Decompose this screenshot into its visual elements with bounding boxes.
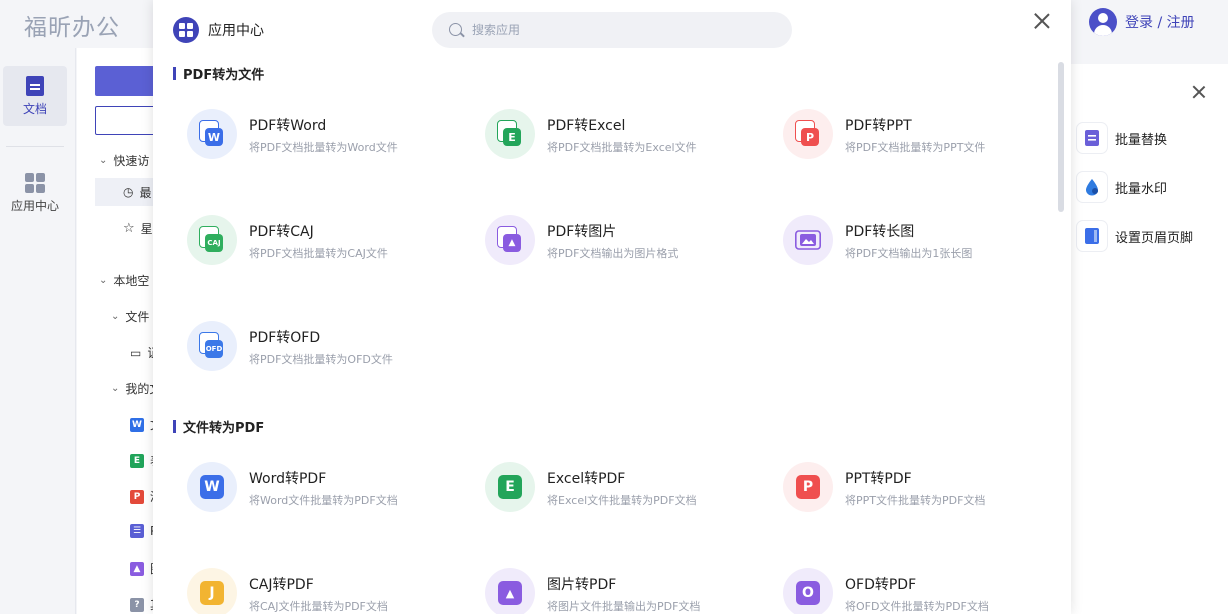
tool-desc: 将PDF文档批量转为Excel文件	[547, 141, 697, 154]
nav-item-label: 应用中心	[10, 198, 59, 213]
modal-scrollbar[interactable]	[1058, 62, 1064, 212]
tool-name: Word转PDF	[249, 471, 327, 487]
tool-name: PDF转Word	[249, 118, 327, 134]
image-to-pdf-icon: ▲	[485, 568, 535, 614]
tool-pdf-to-ofd[interactable]: OFD PDF转OFD 将PDF文档批量转为OFD文件	[187, 321, 457, 381]
section-accent-bar	[173, 67, 176, 80]
nav-item-app-center[interactable]: 应用中心	[3, 163, 67, 223]
word-to-pdf-icon: W	[187, 462, 237, 512]
pdf-to-ofd-icon: OFD	[187, 321, 237, 371]
app-grid-icon	[25, 172, 45, 193]
login-button[interactable]: 登录 / 注册	[1089, 8, 1195, 36]
nav-item-documents[interactable]: 文档	[3, 66, 67, 126]
right-tools-panel: 批量替换 批量水印 设置页眉页脚	[1071, 64, 1228, 614]
left-nav: 文档 应用中心	[0, 48, 76, 614]
tool-desc: 将PDF文档批量转为CAJ文件	[249, 247, 388, 260]
tool-desc: 将Word文件批量转为PDF文档	[249, 494, 398, 507]
tool-caj-to-pdf[interactable]: J CAJ转PDF 将CAJ文件批量转为PDF文档	[187, 568, 457, 614]
tool-desc: 将PPT文件批量转为PDF文档	[845, 494, 986, 507]
document-icon	[26, 75, 44, 96]
search-bar[interactable]	[432, 12, 792, 48]
search-icon	[448, 22, 464, 38]
tool-image-to-pdf[interactable]: ▲ 图片转PDF 将图片文件批量输出为PDF文档	[485, 568, 755, 614]
tool-label: 批量替换	[1115, 132, 1168, 148]
tool-desc: 将PDF文档输出为图片格式	[547, 247, 679, 260]
section-title: PDF转为文件	[183, 68, 265, 83]
tree-quick-access[interactable]: ⌄ 快速访	[99, 152, 149, 169]
app-center-icon	[173, 17, 199, 43]
tool-desc: 将PDF文档批量转为Word文件	[249, 141, 398, 154]
tool-name: PDF转长图	[845, 224, 915, 240]
batch-replace-icon	[1076, 122, 1108, 154]
pdf-to-long-image-icon	[783, 215, 833, 265]
search-input[interactable]	[472, 23, 752, 37]
tool-ppt-to-pdf[interactable]: P PPT转PDF 将PPT文件批量转为PDF文档	[783, 462, 1053, 522]
tool-desc: 将PDF文档批量转为OFD文件	[249, 353, 393, 366]
tool-desc: 将OFD文件批量转为PDF文档	[845, 600, 989, 613]
tool-name: PDF转PPT	[845, 118, 912, 134]
tree-local-space[interactable]: ⌄ 本地空	[99, 272, 149, 289]
tree-files[interactable]: ⌄ 文件	[111, 308, 149, 325]
tool-name: 图片转PDF	[547, 577, 617, 593]
tree-recent[interactable]: ◷ 最	[95, 178, 155, 206]
tool-name: PDF转OFD	[249, 330, 321, 346]
tool-label: 批量水印	[1115, 181, 1168, 197]
batch-replace-button[interactable]: 批量替换	[1076, 122, 1167, 154]
section-accent-bar	[173, 420, 176, 433]
modal-close-icon[interactable]	[1031, 10, 1053, 32]
header-footer-icon	[1076, 220, 1108, 252]
tool-pdf-to-ppt[interactable]: P PDF转PPT 将PDF文档批量转为PPT文件	[783, 109, 1053, 169]
tool-excel-to-pdf[interactable]: E Excel转PDF 将Excel文件批量转为PDF文档	[485, 462, 755, 522]
caj-to-pdf-icon: J	[187, 568, 237, 614]
excel-to-pdf-icon: E	[485, 462, 535, 512]
tool-name: Excel转PDF	[547, 471, 626, 487]
tool-desc: 将PDF文档批量转为PPT文件	[845, 141, 986, 154]
close-icon[interactable]	[1188, 82, 1210, 104]
tool-name: OFD转PDF	[845, 577, 917, 593]
tool-desc: 将PDF文档输出为1张长图	[845, 247, 973, 260]
ppt-to-pdf-icon: P	[783, 462, 833, 512]
tool-pdf-to-image[interactable]: ▲ PDF转图片 将PDF文档输出为图片格式	[485, 215, 755, 275]
pdf-to-excel-icon: E	[485, 109, 535, 159]
tool-name: PDF转图片	[547, 224, 617, 240]
tool-word-to-pdf[interactable]: W Word转PDF 将Word文件批量转为PDF文档	[187, 462, 457, 522]
app-brand: 福昕办公	[24, 15, 120, 41]
tool-desc: 将Excel文件批量转为PDF文档	[547, 494, 697, 507]
pdf-to-word-icon: W	[187, 109, 237, 159]
tree-starred[interactable]: ☆ 星	[123, 220, 153, 237]
batch-watermark-button[interactable]: 批量水印	[1076, 171, 1167, 203]
modal-title: 应用中心	[208, 23, 264, 39]
tool-name: PDF转CAJ	[249, 224, 314, 240]
user-avatar-icon	[1089, 8, 1117, 36]
modal-header: 应用中心	[173, 17, 264, 43]
pdf-to-image-icon: ▲	[485, 215, 535, 265]
pdf-to-caj-icon: CAJ	[187, 215, 237, 265]
tool-name: PPT转PDF	[845, 471, 912, 487]
section-title: 文件转为PDF	[183, 421, 265, 436]
login-label: 登录 / 注册	[1125, 15, 1195, 31]
tool-pdf-to-caj[interactable]: CAJ PDF转CAJ 将PDF文档批量转为CAJ文件	[187, 215, 457, 275]
tool-pdf-to-excel[interactable]: E PDF转Excel 将PDF文档批量转为Excel文件	[485, 109, 755, 169]
batch-watermark-icon	[1076, 171, 1108, 203]
tool-name: CAJ转PDF	[249, 577, 314, 593]
tool-name: PDF转Excel	[547, 118, 626, 134]
nav-item-label: 文档	[22, 101, 47, 116]
tool-desc: 将图片文件批量输出为PDF文档	[547, 600, 701, 613]
header-footer-button[interactable]: 设置页眉页脚	[1076, 220, 1193, 252]
nav-divider	[6, 146, 64, 147]
section-pdf-to-file-header: PDF转为文件	[173, 64, 264, 83]
tool-pdf-to-word[interactable]: W PDF转Word 将PDF文档批量转为Word文件	[187, 109, 457, 169]
pdf-to-ppt-icon: P	[783, 109, 833, 159]
ofd-to-pdf-icon: O	[783, 568, 833, 614]
tool-label: 设置页眉页脚	[1115, 230, 1194, 246]
tool-ofd-to-pdf[interactable]: O OFD转PDF 将OFD文件批量转为PDF文档	[783, 568, 1053, 614]
section-file-to-pdf-header: 文件转为PDF	[173, 417, 264, 436]
tool-desc: 将CAJ文件批量转为PDF文档	[249, 600, 388, 613]
app-center-modal: 应用中心 PDF转为文件 W PDF转Word 将PDF文档批量转为Word文件…	[153, 0, 1071, 614]
tool-pdf-to-long-image[interactable]: PDF转长图 将PDF文档输出为1张长图	[783, 215, 1053, 275]
